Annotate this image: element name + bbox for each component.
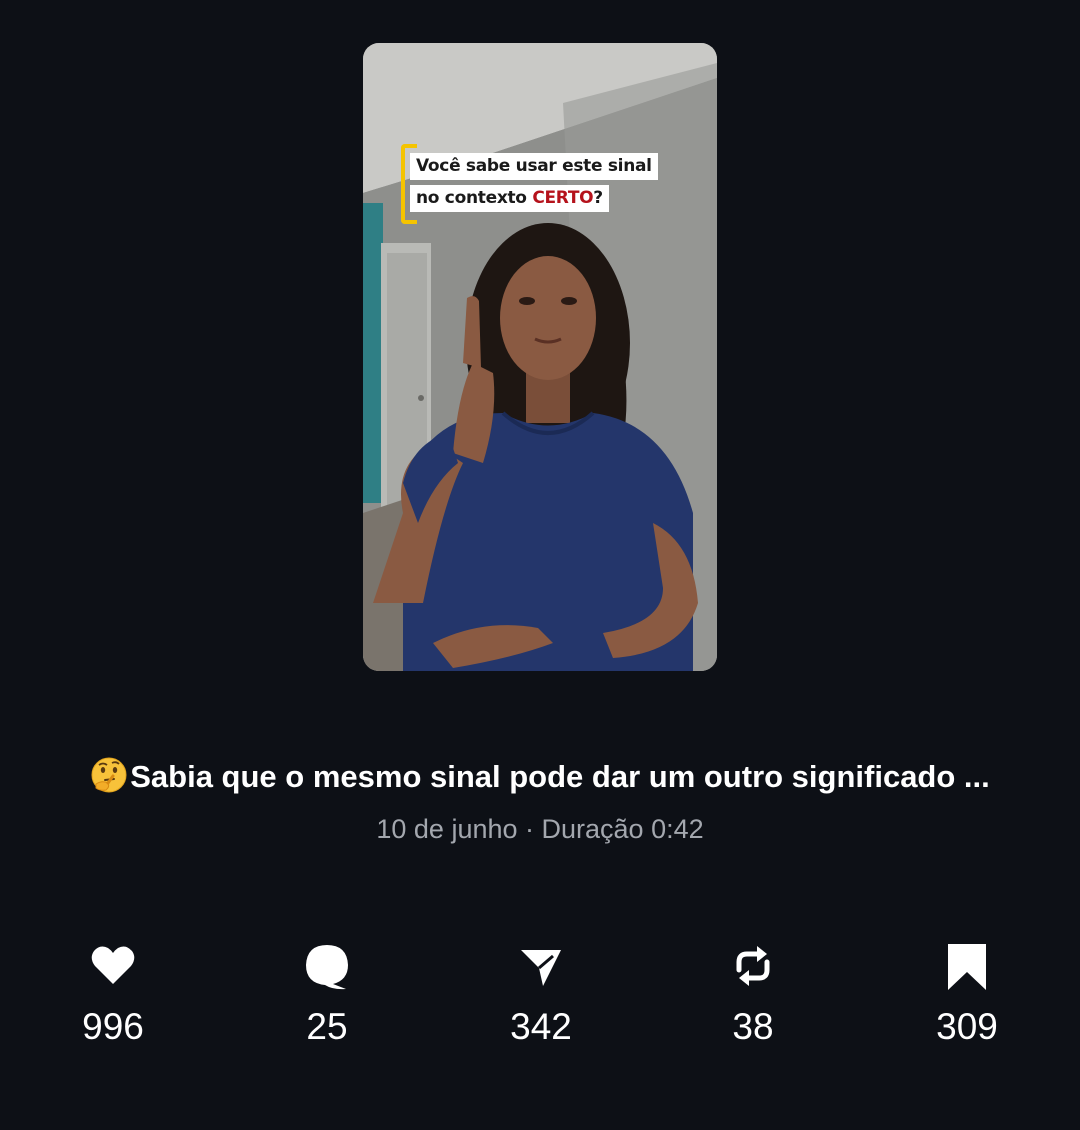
thinking-face-emoji	[91, 757, 127, 793]
comment-bubble-icon	[306, 945, 348, 990]
post-title[interactable]: Sabia que o mesmo sinal pode dar um outr…	[0, 756, 1080, 795]
likes-stat[interactable]: 996	[33, 940, 193, 1048]
bookmark-icon	[948, 944, 986, 990]
shares-stat[interactable]: 342	[461, 940, 621, 1048]
saves-stat[interactable]: 309	[887, 940, 1047, 1048]
caption-line-1: Você sabe usar este sinal	[410, 153, 658, 180]
video-frame-illustration	[363, 43, 717, 671]
caption-highlight: CERTO	[532, 188, 594, 208]
caption-line-2: no contexto CERTO?	[410, 185, 609, 212]
post-date: 10 de junho	[376, 814, 518, 844]
caption-line-2-suffix: ?	[593, 188, 603, 208]
post-meta: 10 de junho · Duração 0:42	[0, 814, 1080, 845]
likes-count: 996	[82, 1006, 144, 1047]
shares-count: 342	[510, 1006, 572, 1047]
send-icon	[521, 950, 561, 986]
reposts-count: 38	[732, 1006, 774, 1047]
repost-icon	[736, 946, 770, 986]
video-thumbnail[interactable]: Você sabe usar este sinal no contexto CE…	[363, 43, 717, 671]
comments-stat[interactable]: 25	[247, 940, 407, 1048]
caption-line-2-prefix: no contexto	[416, 188, 533, 208]
reposts-stat[interactable]: 38	[673, 940, 833, 1048]
stats-bar: 996 25 342 38 309	[0, 940, 1080, 1060]
video-detail-screen: Você sabe usar este sinal no contexto CE…	[0, 0, 1080, 1130]
comments-count: 25	[306, 1006, 348, 1047]
heart-icon	[91, 946, 135, 984]
post-duration: Duração 0:42	[541, 814, 704, 844]
meta-separator: ·	[517, 814, 542, 844]
saves-count: 309	[936, 1006, 998, 1047]
post-title-text: Sabia que o mesmo sinal pode dar um outr…	[130, 759, 990, 794]
